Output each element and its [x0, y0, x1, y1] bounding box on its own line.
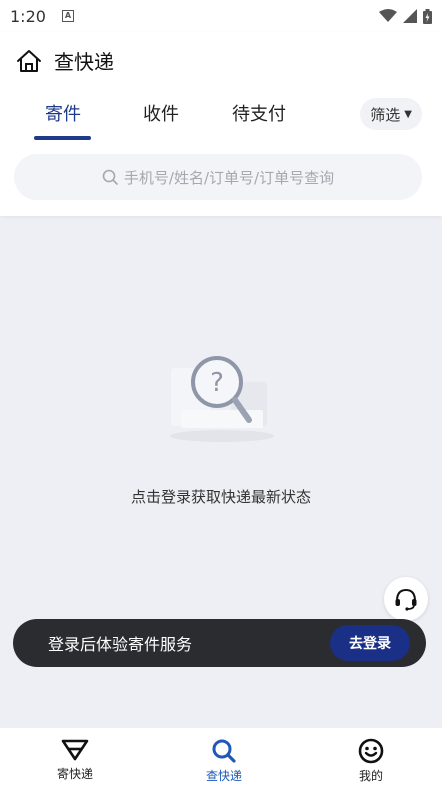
status-bar: 1:20 A: [0, 0, 442, 32]
tab-receive[interactable]: 收件: [143, 100, 179, 126]
send-triangle-icon: [61, 739, 89, 761]
filter-label: 筛选: [370, 105, 401, 124]
customer-support-button[interactable]: [384, 577, 428, 621]
filter-button[interactable]: 筛选 ▼: [360, 98, 422, 130]
nav-label: 查快递: [205, 769, 242, 783]
login-banner: 登录后体验寄件服务 去登录: [13, 619, 426, 667]
home-icon[interactable]: [16, 49, 42, 73]
headset-icon: [395, 588, 417, 611]
nav-track-express[interactable]: 查快递: [179, 738, 269, 784]
search-icon: [212, 739, 236, 763]
empty-search-illustration-icon: ?: [170, 356, 274, 442]
search-icon: [102, 169, 118, 185]
nav-label: 寄快递: [56, 767, 93, 781]
smiley-icon: [358, 738, 384, 764]
search-input[interactable]: 手机号/姓名/订单号/订单号查询: [14, 154, 422, 200]
login-button[interactable]: 去登录: [330, 625, 410, 661]
nav-mine[interactable]: 我的: [326, 738, 416, 784]
battery-icon: [423, 8, 432, 24]
bottom-nav: 寄快递 查快递 我的: [0, 727, 442, 785]
signal-icon: [403, 9, 417, 23]
active-tab-indicator: [34, 136, 91, 140]
search-placeholder: 手机号/姓名/订单号/订单号查询: [123, 168, 335, 187]
login-banner-text: 登录后体验寄件服务: [48, 635, 193, 654]
caret-down-icon: ▼: [404, 108, 412, 120]
title-row: 查快递: [16, 46, 114, 75]
tab-send[interactable]: 寄件: [45, 100, 81, 126]
tab-pending-payment[interactable]: 待支付: [232, 100, 286, 126]
wifi-icon: [379, 9, 397, 22]
page-title: 查快递: [54, 50, 114, 74]
header: 查快递 寄件 收件 待支付 筛选 ▼ 手机号/姓名/订单号/订单号查询: [0, 32, 442, 216]
svg-text:?: ?: [210, 368, 224, 398]
empty-state-message: 点击登录获取快递最新状态: [130, 488, 311, 506]
status-icons: [379, 8, 432, 24]
notification-icon: A: [61, 10, 74, 22]
status-time: 1:20: [10, 6, 46, 26]
nav-label: 我的: [358, 769, 383, 783]
nav-send-express[interactable]: 寄快递: [30, 738, 120, 782]
